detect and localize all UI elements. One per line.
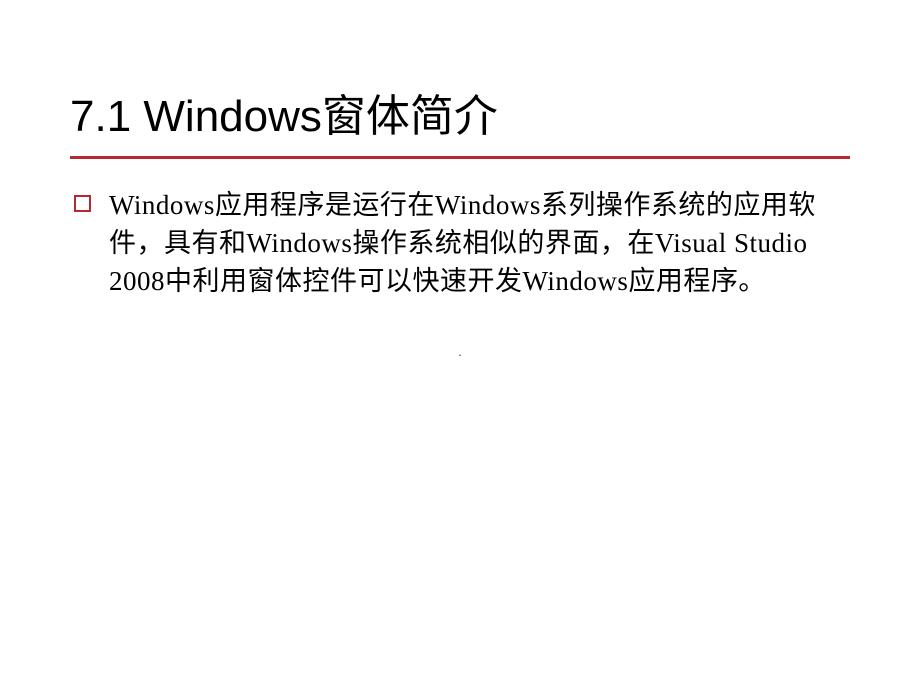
body-text: Windows应用程序是运行在Windows系列操作系统的应用软件，具有和Win…: [109, 187, 850, 300]
footer-mark: .: [458, 345, 462, 361]
content-block: Windows应用程序是运行在Windows系列操作系统的应用软件，具有和Win…: [70, 187, 850, 300]
title-underline: [70, 156, 850, 159]
slide-title: 7.1 Windows窗体简介: [70, 80, 850, 144]
slide-container: 7.1 Windows窗体简介 Windows应用程序是运行在Windows系列…: [0, 0, 920, 690]
bullet-icon: [74, 195, 91, 212]
